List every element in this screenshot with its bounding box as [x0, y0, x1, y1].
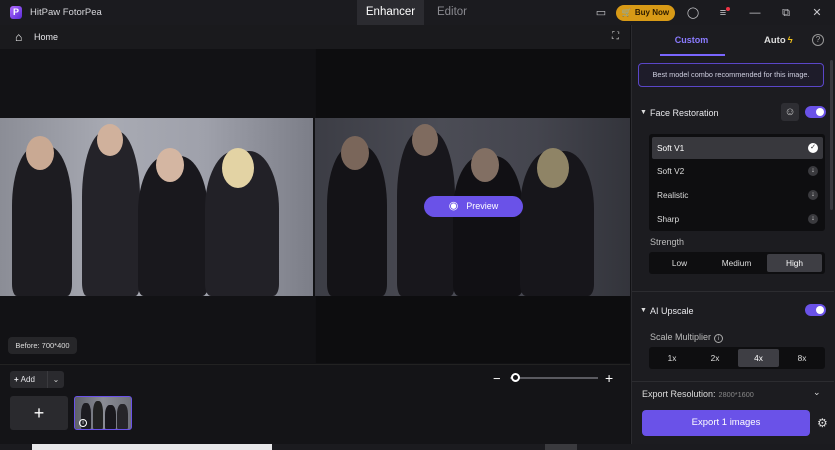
close-icon[interactable]: ✕ [810, 6, 824, 20]
model-option[interactable]: Realistic ↓ [652, 184, 823, 206]
gear-icon[interactable]: ⚙ [817, 416, 828, 430]
plus-icon: + [14, 375, 19, 384]
download-icon: ↓ [808, 214, 818, 224]
status-bar-segment [545, 444, 577, 450]
info-icon[interactable]: i [714, 334, 724, 343]
eye-icon: ◉ [448, 200, 459, 212]
tab-custom[interactable]: Custom [660, 35, 723, 45]
tab-auto[interactable]: Auto ϟ [764, 35, 793, 46]
cart-icon: 🛒 [621, 8, 632, 17]
scale-8x[interactable]: 8x [782, 349, 822, 367]
active-tab-indicator [660, 54, 725, 56]
tab-auto-label: Auto [764, 35, 786, 46]
download-icon: ↓ [808, 166, 818, 176]
app-title: HitPaw FotorPea [30, 7, 102, 18]
home-bar [0, 25, 630, 49]
scale-2x[interactable]: 2x [695, 349, 735, 367]
minimize-icon[interactable]: — [748, 6, 762, 20]
scale-1x[interactable]: 1x [652, 349, 692, 367]
download-icon: ↓ [808, 190, 818, 200]
model-option[interactable]: Soft V2 ↓ [652, 160, 823, 182]
app-logo: P [10, 6, 22, 19]
model-option[interactable]: Sharp ↓ [652, 208, 823, 230]
scale-multiplier-text: Scale Multiplier [650, 332, 712, 342]
model-option-label: Realistic [657, 190, 689, 200]
home-link[interactable]: Home [34, 32, 58, 42]
collapse-arrow-icon[interactable]: ▼ [640, 109, 647, 116]
info-icon[interactable]: i [79, 419, 87, 427]
preview-label: Preview [466, 201, 499, 211]
buy-now-label: Buy Now [634, 8, 670, 17]
recommendation-banner: Best model combo recommended for this im… [638, 63, 824, 87]
strength-medium[interactable]: Medium [709, 254, 764, 272]
collapse-arrow-icon[interactable]: ▼ [640, 307, 647, 314]
chevron-down-icon[interactable]: ⌄ [813, 387, 821, 398]
maximize-icon[interactable]: ⧉ [779, 6, 793, 20]
strength-low[interactable]: Low [652, 254, 707, 272]
account-icon[interactable]: ◯ [686, 6, 700, 20]
model-option-label: Soft V1 [657, 143, 685, 153]
zoom-out-icon[interactable]: − [493, 371, 501, 386]
face-restoration-title: Face Restoration [650, 108, 719, 118]
strength-label: Strength [650, 237, 685, 247]
divider [632, 291, 834, 292]
export-button[interactable]: Export 1 images [642, 410, 810, 436]
add-image-tile[interactable]: + [10, 396, 68, 430]
tab-editor[interactable]: Editor [424, 0, 480, 25]
add-label: Add [20, 375, 35, 384]
status-bar-segment [32, 444, 272, 450]
preview-button[interactable]: ◉ Preview [424, 196, 523, 217]
face-restoration-toggle[interactable] [805, 106, 826, 118]
feedback-icon[interactable]: ▭ [594, 6, 608, 20]
home-icon[interactable]: ⌂ [15, 30, 22, 44]
add-button[interactable]: + Add ⌄ [10, 371, 64, 388]
scale-4x[interactable]: 4x [738, 349, 779, 367]
panel-scrollbar[interactable] [830, 60, 833, 210]
model-option-label: Soft V2 [657, 166, 685, 176]
export-resolution-label: Export Resolution: [642, 389, 716, 399]
notification-dot [726, 7, 730, 11]
zoom-in-icon[interactable]: + [605, 370, 613, 386]
export-resolution-value: 2800*1600 [718, 390, 754, 399]
export-resolution: Export Resolution: 2800*1600 [642, 389, 754, 399]
zoom-slider-handle[interactable] [511, 373, 520, 382]
bolt-icon: ϟ [787, 35, 793, 46]
chevron-down-icon[interactable]: ⌄ [47, 371, 64, 388]
strength-high[interactable]: High [767, 254, 822, 272]
model-option[interactable]: Soft V1 ✓ [652, 137, 823, 159]
divider [632, 381, 834, 382]
face-icon[interactable]: ☺ [781, 103, 799, 121]
before-size-badge: Before: 700*400 [8, 337, 77, 354]
ai-upscale-title: AI Upscale [650, 306, 694, 316]
zoom-slider[interactable] [510, 377, 598, 379]
tab-enhancer[interactable]: Enhancer [357, 0, 424, 25]
help-icon[interactable]: ? [812, 34, 824, 46]
check-icon: ✓ [808, 143, 818, 153]
scale-multiplier-label: Scale Multiplier i [650, 332, 724, 343]
crop-icon[interactable]: ⛶ [612, 31, 619, 42]
ai-upscale-toggle[interactable] [805, 304, 826, 316]
model-option-label: Sharp [657, 214, 680, 224]
buy-now-button[interactable]: 🛒 Buy Now [616, 5, 675, 21]
before-image [0, 118, 313, 296]
